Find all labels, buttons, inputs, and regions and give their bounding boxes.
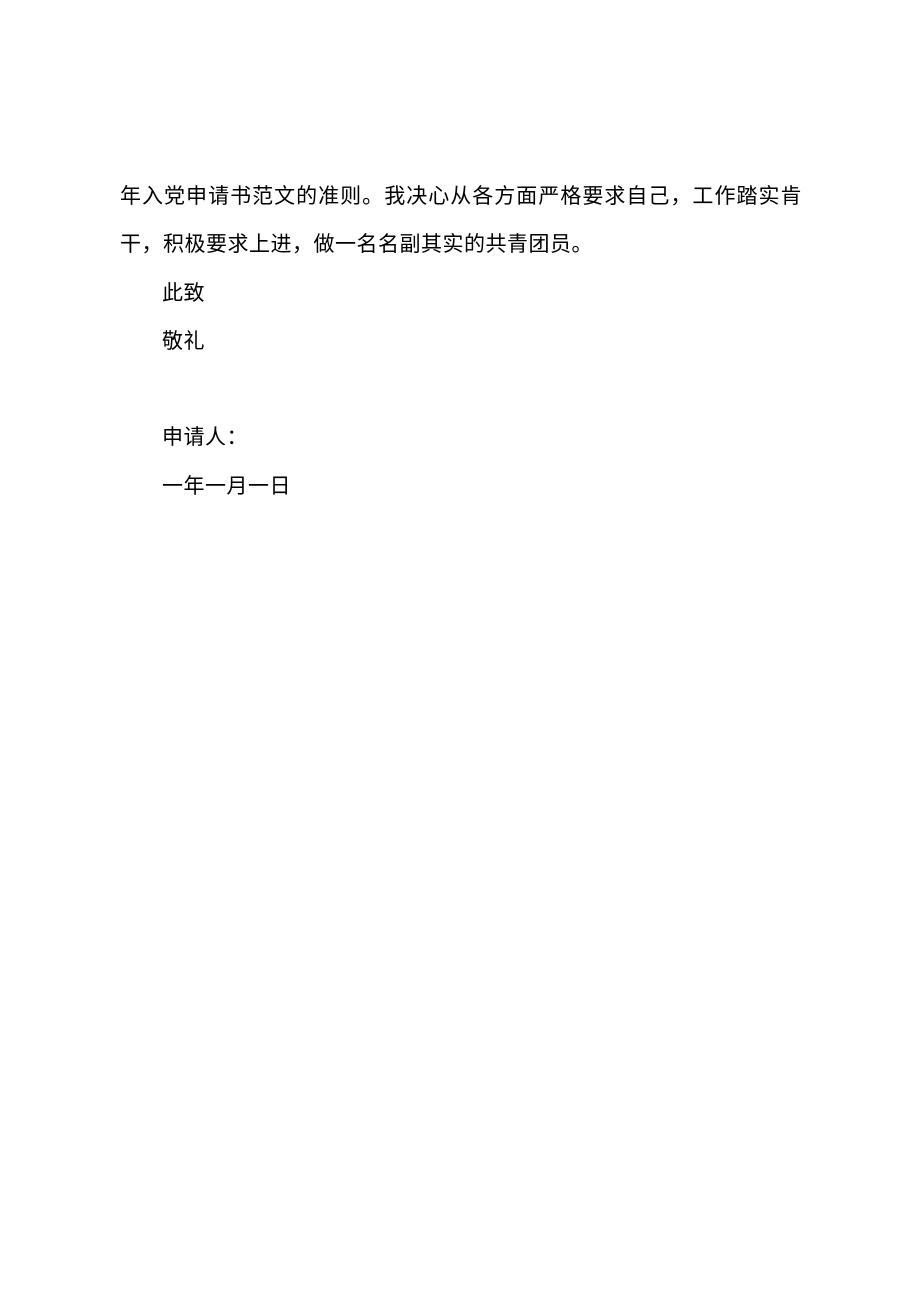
document-body: 年入党申请书范文的准则。我决心从各方面严格要求自己，工作踏实肯干，积极要求上进，…: [120, 172, 802, 510]
applicant-line: 申请人：: [120, 413, 802, 461]
paragraph-continuation: 年入党申请书范文的准则。我决心从各方面严格要求自己，工作踏实肯干，积极要求上进，…: [120, 172, 802, 269]
blank-line: [120, 365, 802, 413]
closing-jingli: 敬礼: [120, 317, 802, 365]
date-line: 一年一月一日: [120, 462, 802, 510]
closing-cizhi: 此致: [120, 269, 802, 317]
